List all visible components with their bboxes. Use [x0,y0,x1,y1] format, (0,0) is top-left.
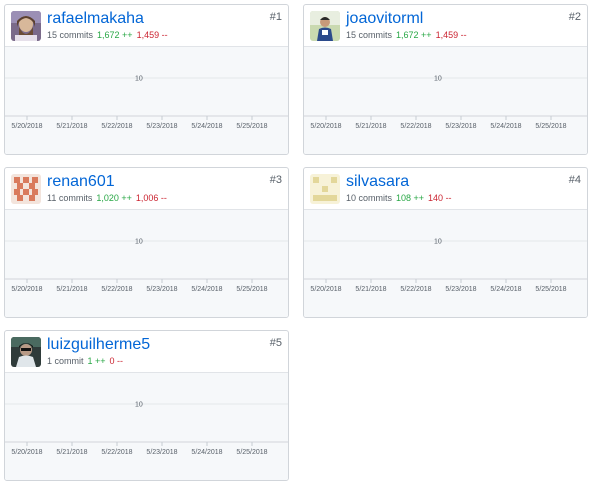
x-tick-label: 5/23/2018 [146,123,177,130]
rank-badge: #5 [269,337,282,349]
commit-stats: 11 commits 1,020 ++ 1,006 -- [47,193,167,204]
rank-badge: #1 [269,11,282,23]
commit-count[interactable]: 10 commits [346,193,392,203]
additions-count: 1 ++ [87,356,106,366]
x-tick-label: 5/21/2018 [56,286,87,293]
x-tick-label: 5/23/2018 [146,286,177,293]
contributor-header: renan601 #3 11 commits 1,020 ++ 1,006 -- [5,168,288,209]
x-tick-label: 5/22/2018 [101,286,132,293]
contributor-card: joaovitorml #2 15 commits 1,672 ++ 1,459 -… [303,4,588,155]
commit-count[interactable]: 15 commits [47,30,93,40]
deletions-count: 1,006 -- [135,193,167,203]
commit-count[interactable]: 15 commits [346,30,392,40]
y-tick-label: 10 [135,76,143,83]
x-tick-label: 5/23/2018 [445,123,476,130]
contributor-header: luizguilherme5 #5 1 commit 1 ++ 0 -- [5,331,288,372]
bearded-portrait-avatar[interactable] [11,11,41,41]
contributor-card: renan601 #3 11 commits 1,020 ++ 1,006 -- 1… [4,167,289,318]
person-dark-photo-avatar[interactable] [11,337,41,367]
graph-canvas: 10 5/20/2018 5/21/2018 5/22/2018 5/23/2018 5/… [5,239,288,293]
contribution-graph: 10 5/20/2018 5/21/2018 5/22/2018 5/23/2018 5/… [304,46,587,154]
orange-identicon[interactable] [11,174,41,204]
deletions-count: 1,459 -- [435,30,467,40]
deletions-count: 0 -- [109,356,124,366]
username-link[interactable]: rafaelmakaha [47,9,144,29]
additions-count: 1,672 ++ [396,30,432,40]
x-tick-label: 5/25/2018 [236,123,267,130]
x-tick-label: 5/20/2018 [11,449,42,456]
username-link[interactable]: luizguilherme5 [47,335,150,355]
commit-stats: 15 commits 1,672 ++ 1,459 -- [47,30,168,41]
graph-canvas: 10 5/20/2018 5/21/2018 5/22/2018 5/23/2018 5/… [5,402,288,456]
x-tick-label: 5/24/2018 [490,286,521,293]
x-tick-label: 5/25/2018 [535,286,566,293]
x-tick-label: 5/20/2018 [310,123,341,130]
x-tick-label: 5/21/2018 [56,449,87,456]
x-tick-label: 5/22/2018 [400,123,431,130]
contribution-graph: 10 5/20/2018 5/21/2018 5/22/2018 5/23/2018 5/… [5,372,288,480]
username-link[interactable]: renan601 [47,172,115,192]
contributor-header: silvasara #4 10 commits 108 ++ 140 -- [304,168,587,209]
x-tick-label: 5/20/2018 [11,286,42,293]
yellow-identicon[interactable] [310,174,340,204]
deletions-count: 140 -- [428,193,452,203]
x-tick-label: 5/22/2018 [101,449,132,456]
x-tick-label: 5/20/2018 [310,286,341,293]
x-tick-label: 5/21/2018 [355,286,386,293]
additions-count: 108 ++ [396,193,425,203]
contribution-graph: 10 5/20/2018 5/21/2018 5/22/2018 5/23/2018 5/… [5,209,288,317]
contributor-card: silvasara #4 10 commits 108 ++ 140 -- 10 5/… [303,167,588,318]
x-tick-label: 5/24/2018 [490,123,521,130]
contribution-graph: 10 5/20/2018 5/21/2018 5/22/2018 5/23/2018 5/… [304,209,587,317]
graph-canvas: 10 5/20/2018 5/21/2018 5/22/2018 5/23/2018 5/… [304,239,587,293]
contributor-card: rafaelmakaha #1 15 commits 1,672 ++ 1,459 … [4,4,289,155]
commit-stats: 1 commit 1 ++ 0 -- [47,356,123,367]
graph-canvas: 10 5/20/2018 5/21/2018 5/22/2018 5/23/2018 5/… [5,76,288,130]
graph-canvas: 10 5/20/2018 5/21/2018 5/22/2018 5/23/2018 5/… [304,76,587,130]
deletions-count: 1,459 -- [136,30,168,40]
rank-badge: #4 [568,174,581,186]
x-tick-label: 5/24/2018 [191,123,222,130]
x-tick-label: 5/20/2018 [11,123,42,130]
x-tick-label: 5/23/2018 [146,449,177,456]
y-tick-label: 10 [434,239,442,246]
commit-stats: 15 commits 1,672 ++ 1,459 -- [346,30,467,41]
x-tick-label: 5/25/2018 [236,286,267,293]
x-tick-label: 5/21/2018 [56,123,87,130]
x-tick-label: 5/25/2018 [535,123,566,130]
x-tick-label: 5/21/2018 [355,123,386,130]
commit-stats: 10 commits 108 ++ 140 -- [346,193,452,204]
y-tick-label: 10 [135,402,143,409]
x-tick-label: 5/22/2018 [101,123,132,130]
x-tick-label: 5/24/2018 [191,286,222,293]
person-photo-avatar[interactable] [310,11,340,41]
x-tick-label: 5/24/2018 [191,449,222,456]
rank-badge: #2 [568,11,581,23]
rank-badge: #3 [269,174,282,186]
additions-count: 1,020 ++ [96,193,132,203]
commit-count[interactable]: 1 commit [47,356,84,366]
contributor-header: joaovitorml #2 15 commits 1,672 ++ 1,459 -… [304,5,587,46]
x-tick-label: 5/22/2018 [400,286,431,293]
y-tick-label: 10 [135,239,143,246]
contributor-header: rafaelmakaha #1 15 commits 1,672 ++ 1,459 … [5,5,288,46]
contribution-graph: 10 5/20/2018 5/21/2018 5/22/2018 5/23/2018 5/… [5,46,288,154]
commit-count[interactable]: 11 commits [47,193,92,203]
username-link[interactable]: silvasara [346,172,409,192]
contributor-card: luizguilherme5 #5 1 commit 1 ++ 0 -- 10 5/2… [4,330,289,481]
x-tick-label: 5/25/2018 [236,449,267,456]
x-tick-label: 5/23/2018 [445,286,476,293]
y-tick-label: 10 [434,76,442,83]
additions-count: 1,672 ++ [97,30,133,40]
username-link[interactable]: joaovitorml [346,9,423,29]
